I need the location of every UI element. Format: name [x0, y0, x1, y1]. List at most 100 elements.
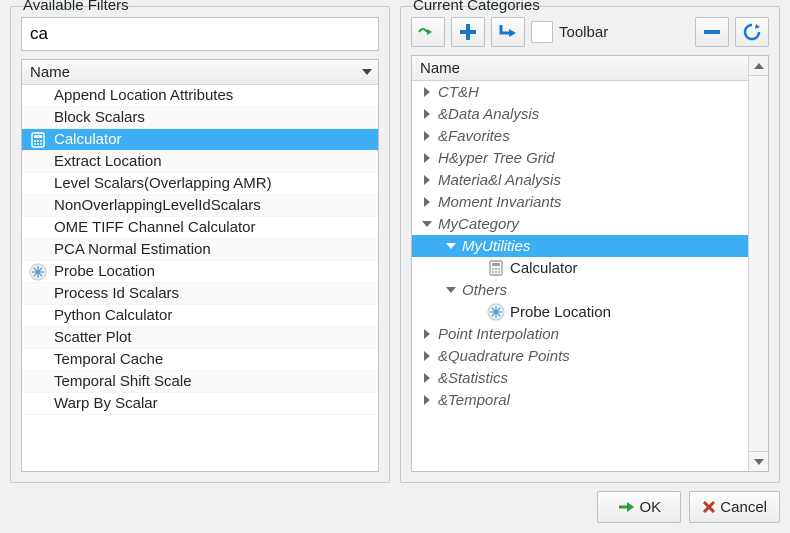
tree-node-label: &Data Analysis [438, 106, 539, 123]
tree-node-label: MyCategory [438, 216, 519, 233]
tree-category[interactable]: &Favorites [412, 125, 748, 147]
calculator-icon [28, 132, 48, 148]
tree-node-label: &Favorites [438, 128, 510, 145]
ok-button-label: OK [639, 499, 661, 516]
filter-item[interactable]: Warp By Scalar [22, 393, 378, 415]
categories-toolbar: Toolbar [411, 17, 769, 47]
add-subcategory-button[interactable] [491, 17, 525, 47]
chevron-down-icon [754, 459, 764, 465]
expand-icon[interactable] [420, 175, 434, 185]
tree-node-label: Moment Invariants [438, 194, 561, 211]
filter-item-label: Python Calculator [54, 307, 172, 324]
tree-category[interactable]: &Quadrature Points [412, 345, 748, 367]
tree-node-label: Probe Location [510, 304, 611, 321]
collapse-icon[interactable] [444, 243, 458, 249]
filter-item-label: Warp By Scalar [54, 395, 158, 412]
expand-icon[interactable] [420, 131, 434, 141]
snowflake-icon [28, 263, 48, 281]
filter-item[interactable]: Block Scalars [22, 107, 378, 129]
tree-leaf[interactable]: Probe Location [412, 301, 748, 323]
expand-icon[interactable] [420, 373, 434, 383]
tree-leaf[interactable]: Calculator [412, 257, 748, 279]
tree-category[interactable]: &Data Analysis [412, 103, 748, 125]
refresh-button[interactable] [735, 17, 769, 47]
filter-item-label: Temporal Cache [54, 351, 163, 368]
categories-tree-header[interactable]: Name [412, 56, 748, 81]
filter-item[interactable]: NonOverlappingLevelIdScalars [22, 195, 378, 217]
scroll-track[interactable] [749, 76, 768, 451]
filter-search-input[interactable] [21, 17, 379, 51]
tree-category[interactable]: &Statistics [412, 367, 748, 389]
close-icon [702, 500, 716, 514]
apply-filter-button[interactable] [411, 17, 445, 47]
toolbar-checkbox[interactable] [531, 21, 553, 43]
tree-category[interactable]: Materia&l Analysis [412, 169, 748, 191]
tree-node-label: Point Interpolation [438, 326, 559, 343]
chevron-down-icon [362, 69, 372, 75]
expand-icon[interactable] [420, 351, 434, 361]
tree-node-label: H&yper Tree Grid [438, 150, 554, 167]
tree-category[interactable]: CT&H [412, 81, 748, 103]
expand-icon[interactable] [420, 329, 434, 339]
filter-item[interactable]: Append Location Attributes [22, 85, 378, 107]
add-category-button[interactable] [451, 17, 485, 47]
filter-item[interactable]: Temporal Cache [22, 349, 378, 371]
categories-tree[interactable]: Name CT&H&Data Analysis&Favorites H&yper … [411, 55, 769, 472]
tree-category[interactable]: Others [412, 279, 748, 301]
chevron-up-icon [754, 63, 764, 69]
filter-item-label: NonOverlappingLevelIdScalars [54, 197, 261, 214]
filter-item[interactable]: PCA Normal Estimation [22, 239, 378, 261]
calculator-icon [486, 260, 506, 276]
filter-item-label: Level Scalars(Overlapping AMR) [54, 175, 272, 192]
tree-node-label: &Quadrature Points [438, 348, 570, 365]
current-categories-panel: Current Categories [400, 6, 780, 483]
tree-category[interactable]: MyUtilities [412, 235, 748, 257]
tree-category[interactable]: Moment Invariants [412, 191, 748, 213]
tree-category[interactable]: Point Interpolation [412, 323, 748, 345]
filter-item[interactable]: Level Scalars(Overlapping AMR) [22, 173, 378, 195]
dialog-footer: OK Cancel [10, 483, 780, 523]
collapse-icon[interactable] [444, 287, 458, 293]
tree-category[interactable]: MyCategory [412, 213, 748, 235]
filter-item[interactable]: Probe Location [22, 261, 378, 283]
cancel-button-label: Cancel [720, 499, 767, 516]
filter-item[interactable]: Calculator [22, 129, 378, 151]
expand-icon[interactable] [420, 197, 434, 207]
tree-node-label: Materia&l Analysis [438, 172, 561, 189]
cancel-button[interactable]: Cancel [689, 491, 780, 523]
expand-icon[interactable] [420, 395, 434, 405]
filter-item[interactable]: Scatter Plot [22, 327, 378, 349]
tree-node-label: Calculator [510, 260, 578, 277]
tree-category[interactable]: &Temporal [412, 389, 748, 411]
filter-item[interactable]: Python Calculator [22, 305, 378, 327]
check-icon [617, 499, 635, 515]
filter-item[interactable]: Temporal Shift Scale [22, 371, 378, 393]
filter-item[interactable]: OME TIFF Channel Calculator [22, 217, 378, 239]
filter-item-label: Calculator [54, 131, 122, 148]
categories-tree-header-label: Name [420, 60, 460, 77]
filter-item[interactable]: Process Id Scalars [22, 283, 378, 305]
expand-icon[interactable] [420, 87, 434, 97]
tree-scrollbar[interactable] [748, 56, 768, 471]
filter-item-label: Block Scalars [54, 109, 145, 126]
expand-icon[interactable] [420, 109, 434, 119]
expand-icon[interactable] [420, 153, 434, 163]
tree-node-label: Others [462, 282, 507, 299]
ok-button[interactable]: OK [597, 491, 681, 523]
filter-item-label: OME TIFF Channel Calculator [54, 219, 255, 236]
available-filters-panel: Available Filters Name Append Location A… [10, 6, 390, 483]
scroll-up-button[interactable] [749, 56, 768, 76]
filter-item-label: Process Id Scalars [54, 285, 179, 302]
filter-list-header-label: Name [30, 64, 70, 81]
tree-node-label: &Statistics [438, 370, 508, 387]
filter-list[interactable]: Name Append Location Attributes Block Sca… [21, 59, 379, 472]
remove-button[interactable] [695, 17, 729, 47]
filter-item-label: PCA Normal Estimation [54, 241, 211, 258]
collapse-icon[interactable] [420, 221, 434, 227]
tree-category[interactable]: H&yper Tree Grid [412, 147, 748, 169]
filter-item-label: Temporal Shift Scale [54, 373, 192, 390]
filter-item[interactable]: Extract Location [22, 151, 378, 173]
scroll-down-button[interactable] [749, 451, 768, 471]
tree-node-label: &Temporal [438, 392, 510, 409]
filter-list-header[interactable]: Name [22, 60, 378, 85]
